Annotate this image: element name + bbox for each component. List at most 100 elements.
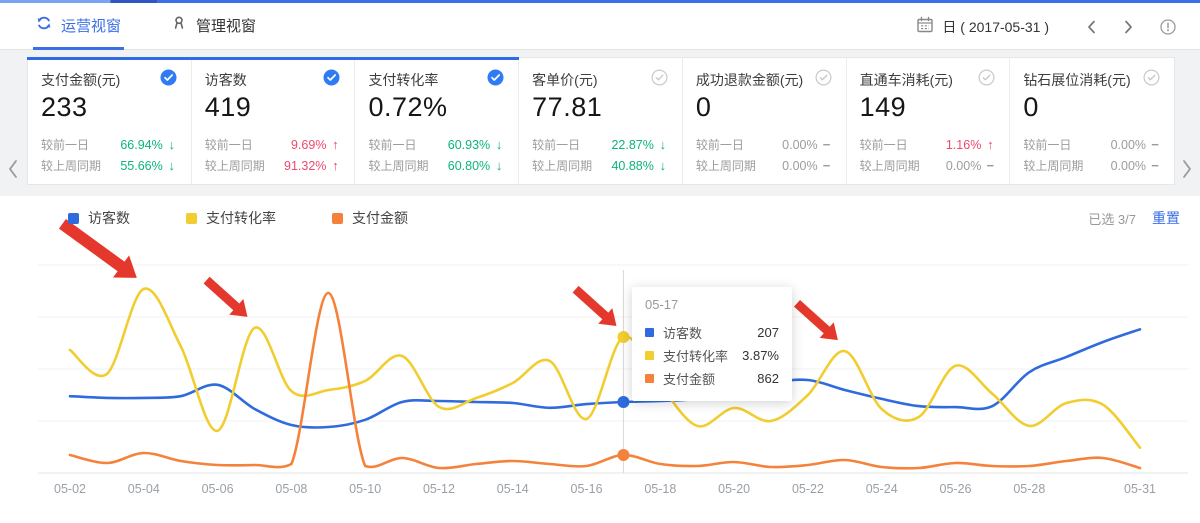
metric-card-title: 访客数 (205, 71, 247, 89)
compare-value: 0.00% (946, 159, 981, 173)
tooltip-label: 支付金额 (663, 369, 757, 388)
legend-label: 支付转化率 (206, 208, 276, 228)
hover-dot-1 (617, 331, 629, 343)
metric-card-1[interactable]: 访客数419较前一日9.69%↑较上周同期91.32%↑ (192, 58, 356, 184)
legend-label: 访客数 (88, 208, 130, 228)
selected-count: 已选 3/7 (1088, 209, 1136, 228)
tooltip-swatch (645, 374, 654, 383)
compare-value: 40.88% (611, 159, 653, 173)
check-circle-outline-icon[interactable] (815, 69, 832, 89)
tooltip-row: 支付金额862 (645, 367, 779, 390)
tooltip-swatch (645, 351, 654, 360)
cards-next-arrow[interactable] (1181, 158, 1193, 183)
compare-value: 0.00% (1111, 138, 1146, 152)
x-axis-label: 05-31 (1124, 482, 1156, 496)
x-axis-label: 05-22 (792, 482, 824, 496)
metric-compare-row: 较上周同期0.00%− (1023, 155, 1160, 176)
compare-label: 较前一日 (696, 136, 782, 153)
compare-label: 较前一日 (860, 136, 946, 153)
trend-flat-icon: − (985, 158, 995, 173)
metric-card-2[interactable]: 支付转化率0.72%较前一日60.93%↓较上周同期60.80%↓ (355, 58, 519, 184)
tab-operations-view[interactable]: 运营视窗 (33, 3, 124, 50)
metric-card-0[interactable]: 支付金额(元)233较前一日66.94%↓较上周同期55.66%↓ (28, 58, 192, 184)
x-axis-label: 05-18 (644, 482, 676, 496)
legend-swatch (68, 213, 79, 224)
trend-up-icon: ↑ (330, 137, 340, 152)
sync-icon (36, 15, 52, 35)
legend-item-2[interactable]: 支付金额 (332, 208, 408, 228)
tab-management-view[interactable]: 管理视窗 (168, 3, 259, 50)
legend-label: 支付金额 (352, 208, 408, 228)
metric-card-value: 233 (41, 92, 177, 123)
compare-label: 较上周同期 (860, 157, 946, 174)
x-axis-label: 05-14 (497, 482, 529, 496)
check-circle-outline-icon[interactable] (978, 69, 995, 89)
metric-compare-row: 较前一日0.00%− (1023, 134, 1160, 155)
metric-cards-section: 支付金额(元)233较前一日66.94%↓较上周同期55.66%↓访客数419较… (0, 50, 1200, 196)
date-next-chevron-icon[interactable] (1123, 19, 1134, 35)
metric-card-5[interactable]: 直通车消耗(元)149较前一日1.16%↑较上周同期0.00%− (847, 58, 1011, 184)
compare-label: 较上周同期 (205, 157, 284, 174)
metric-card-6[interactable]: 钻石展位消耗(元)0较前一日0.00%−较上周同期0.00%− (1010, 58, 1174, 184)
x-axis-label: 05-02 (54, 482, 86, 496)
metric-card-3[interactable]: 客单价(元)77.81较前一日22.87%↓较上周同期40.88%↓ (519, 58, 683, 184)
x-axis-label: 05-16 (571, 482, 603, 496)
metric-compare-row: 较上周同期55.66%↓ (41, 155, 177, 176)
legend-item-1[interactable]: 支付转化率 (186, 208, 276, 228)
compare-value: 66.94% (120, 138, 162, 152)
compare-value: 22.87% (611, 138, 653, 152)
chart-legend-row: 访客数 支付转化率 支付金额 已选 3/7 重置 (0, 196, 1200, 228)
metric-compare-row: 较上周同期40.88%↓ (532, 155, 668, 176)
check-circle-filled-icon[interactable] (323, 69, 340, 89)
compare-value: 91.32% (284, 159, 326, 173)
trend-down-icon: ↓ (494, 158, 504, 173)
compare-value: 60.93% (448, 138, 490, 152)
reset-link[interactable]: 重置 (1152, 208, 1180, 228)
x-axis-label: 05-20 (718, 482, 750, 496)
tooltip-row: 支付转化率3.87% (645, 344, 779, 367)
legend-item-0[interactable]: 访客数 (68, 208, 130, 228)
date-prev-chevron-icon[interactable] (1086, 19, 1097, 35)
annotation-arrow-icon (790, 295, 845, 347)
metric-card-4[interactable]: 成功退款金额(元)0较前一日0.00%−较上周同期0.00%− (683, 58, 847, 184)
trend-flat-icon: − (1150, 137, 1160, 152)
metric-compare-row: 较前一日0.00%− (696, 134, 832, 155)
metric-card-title: 直通车消耗(元) (860, 71, 953, 89)
compare-label: 较前一日 (41, 136, 120, 153)
x-axis-label: 05-12 (423, 482, 455, 496)
compare-value: 1.16% (946, 138, 981, 152)
tooltip-label: 支付转化率 (663, 346, 742, 365)
metric-card-value: 149 (860, 92, 996, 123)
compare-label: 较上周同期 (368, 157, 447, 174)
metric-card-title: 钻石展位消耗(元) (1023, 71, 1130, 89)
trend-flat-icon: − (822, 158, 832, 173)
compare-label: 较上周同期 (532, 157, 611, 174)
check-circle-filled-icon[interactable] (160, 69, 177, 89)
date-selector[interactable]: 日 ( 2017-05-31 ) (942, 17, 1049, 37)
legend-swatch (332, 213, 343, 224)
metric-compare-row: 较上周同期0.00%− (860, 155, 996, 176)
legend-swatch (186, 213, 197, 224)
tab-label: 运营视窗 (61, 15, 121, 36)
compare-value: 60.80% (448, 159, 490, 173)
trend-chart[interactable]: 05-0205-0405-0605-0805-1005-1205-1405-16… (0, 196, 1200, 523)
check-circle-filled-icon[interactable] (487, 69, 504, 89)
compare-label: 较上周同期 (696, 157, 782, 174)
info-icon[interactable] (1159, 18, 1177, 36)
trend-down-icon: ↓ (658, 137, 668, 152)
metric-compare-row: 较前一日66.94% ↓ (41, 134, 177, 155)
x-axis-label: 05-28 (1013, 482, 1045, 496)
metric-card-value: 419 (205, 92, 341, 123)
person-icon (171, 15, 187, 35)
check-circle-outline-icon[interactable] (1143, 69, 1160, 89)
compare-label: 较前一日 (368, 136, 447, 153)
metric-cards: 支付金额(元)233较前一日66.94%↓较上周同期55.66%↓访客数419较… (27, 57, 1175, 185)
metric-card-value: 77.81 (532, 92, 668, 123)
trend-down-icon: ↓ (167, 158, 177, 173)
tab-label: 管理视窗 (196, 15, 256, 36)
date-controls: 日 ( 2017-05-31 ) (916, 3, 1177, 50)
trend-down-icon: ↓ (167, 137, 177, 152)
calendar-icon[interactable] (916, 16, 934, 37)
check-circle-outline-icon[interactable] (651, 69, 668, 89)
cards-prev-arrow[interactable] (7, 158, 19, 183)
